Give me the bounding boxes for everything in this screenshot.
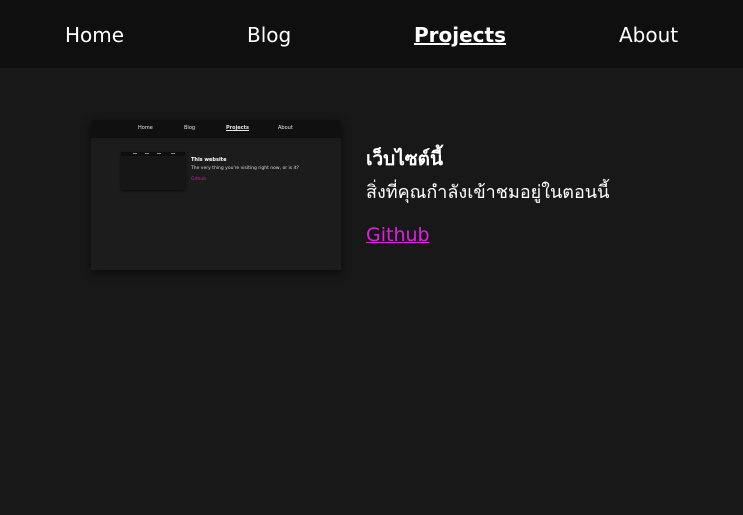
thumbnail-nav-home: Home <box>138 125 153 131</box>
thumbnail-nested-nav-item <box>157 153 161 154</box>
thumbnail-navbar: Home Blog Projects About <box>91 120 341 138</box>
thumbnail-project-title: This website <box>191 157 227 163</box>
thumbnail-nested-preview <box>121 152 185 190</box>
project-description: สิ่งที่คุณกำลังเข้าชมอยู่ในตอนนี้ <box>366 182 610 203</box>
thumbnail-nav-projects: Projects <box>226 125 250 131</box>
thumbnail-nav-about: About <box>278 125 293 131</box>
nav-link-projects[interactable]: Projects <box>414 21 506 49</box>
thumbnail-nested-navbar <box>121 152 185 156</box>
github-link[interactable]: Github <box>366 222 430 248</box>
project-thumbnail: Home Blog Projects About This website Th… <box>91 120 341 270</box>
nav-link-about[interactable]: About <box>619 21 678 49</box>
thumbnail-nested-nav-item <box>133 153 137 154</box>
thumbnail-nested-nav-item <box>171 153 175 154</box>
thumbnail-project-description: The very thing you're visiting right now… <box>191 166 299 171</box>
thumbnail-github-link: Github <box>191 177 207 182</box>
nav-link-blog[interactable]: Blog <box>247 21 291 49</box>
top-navbar: Home Blog Projects About <box>0 0 743 68</box>
thumbnail-nav-blog: Blog <box>184 125 196 131</box>
project-title: เว็บไซต์นี้ <box>366 148 444 170</box>
nav-link-home[interactable]: Home <box>65 21 124 49</box>
thumbnail-nested-nav-item <box>145 153 149 154</box>
